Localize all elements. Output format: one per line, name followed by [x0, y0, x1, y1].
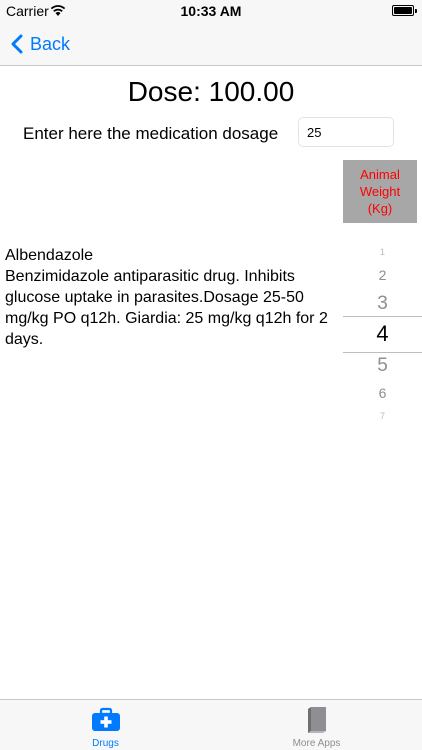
weight-picker[interactable]: 1 2 3 4 5 6 7 [343, 240, 422, 430]
animal-weight-label: Animal Weight (Kg) [359, 167, 401, 216]
picker-option[interactable]: 5 [343, 356, 422, 375]
battery-level [394, 7, 412, 14]
navigation-bar: Back [0, 22, 422, 66]
tab-drugs-label: Drugs [92, 738, 119, 749]
tab-drugs[interactable]: Drugs [0, 700, 211, 750]
status-time: 10:33 AM [180, 3, 242, 19]
animal-weight-button[interactable]: Animal Weight (Kg) [343, 160, 417, 223]
dose-title: Dose: 100.00 [127, 76, 295, 107]
tab-bar: Drugs More Apps [0, 699, 422, 750]
picker-option[interactable]: 7 [343, 411, 422, 421]
chevron-left-icon [11, 34, 23, 54]
tab-more-apps-label: More Apps [292, 738, 341, 749]
medical-kit-icon [92, 707, 120, 731]
battery-icon [392, 5, 417, 16]
book-icon [308, 707, 326, 733]
dosage-label: Enter here the medication dosage [23, 124, 279, 143]
back-button[interactable]: Back [10, 30, 70, 58]
picker-selection-line-top [343, 316, 422, 317]
dosage-input[interactable] [298, 117, 394, 147]
drug-description: Benzimidazole antiparasitic drug. Inhibi… [5, 268, 328, 348]
picker-option-selected[interactable]: 4 [343, 323, 422, 345]
picker-option[interactable]: 2 [343, 268, 422, 282]
picker-selection-line-bottom [343, 352, 422, 353]
tab-more-apps[interactable]: More Apps [211, 700, 422, 750]
status-bar: Carrier 10:33 AM [0, 0, 422, 22]
picker-option[interactable]: 1 [343, 247, 422, 257]
back-label: Back [30, 33, 71, 54]
drug-name: Albendazole [5, 247, 94, 264]
picker-option[interactable]: 3 [343, 294, 422, 313]
drug-info: Albendazole Benzimidazole antiparasitic … [5, 245, 335, 350]
picker-option[interactable]: 6 [343, 386, 422, 400]
